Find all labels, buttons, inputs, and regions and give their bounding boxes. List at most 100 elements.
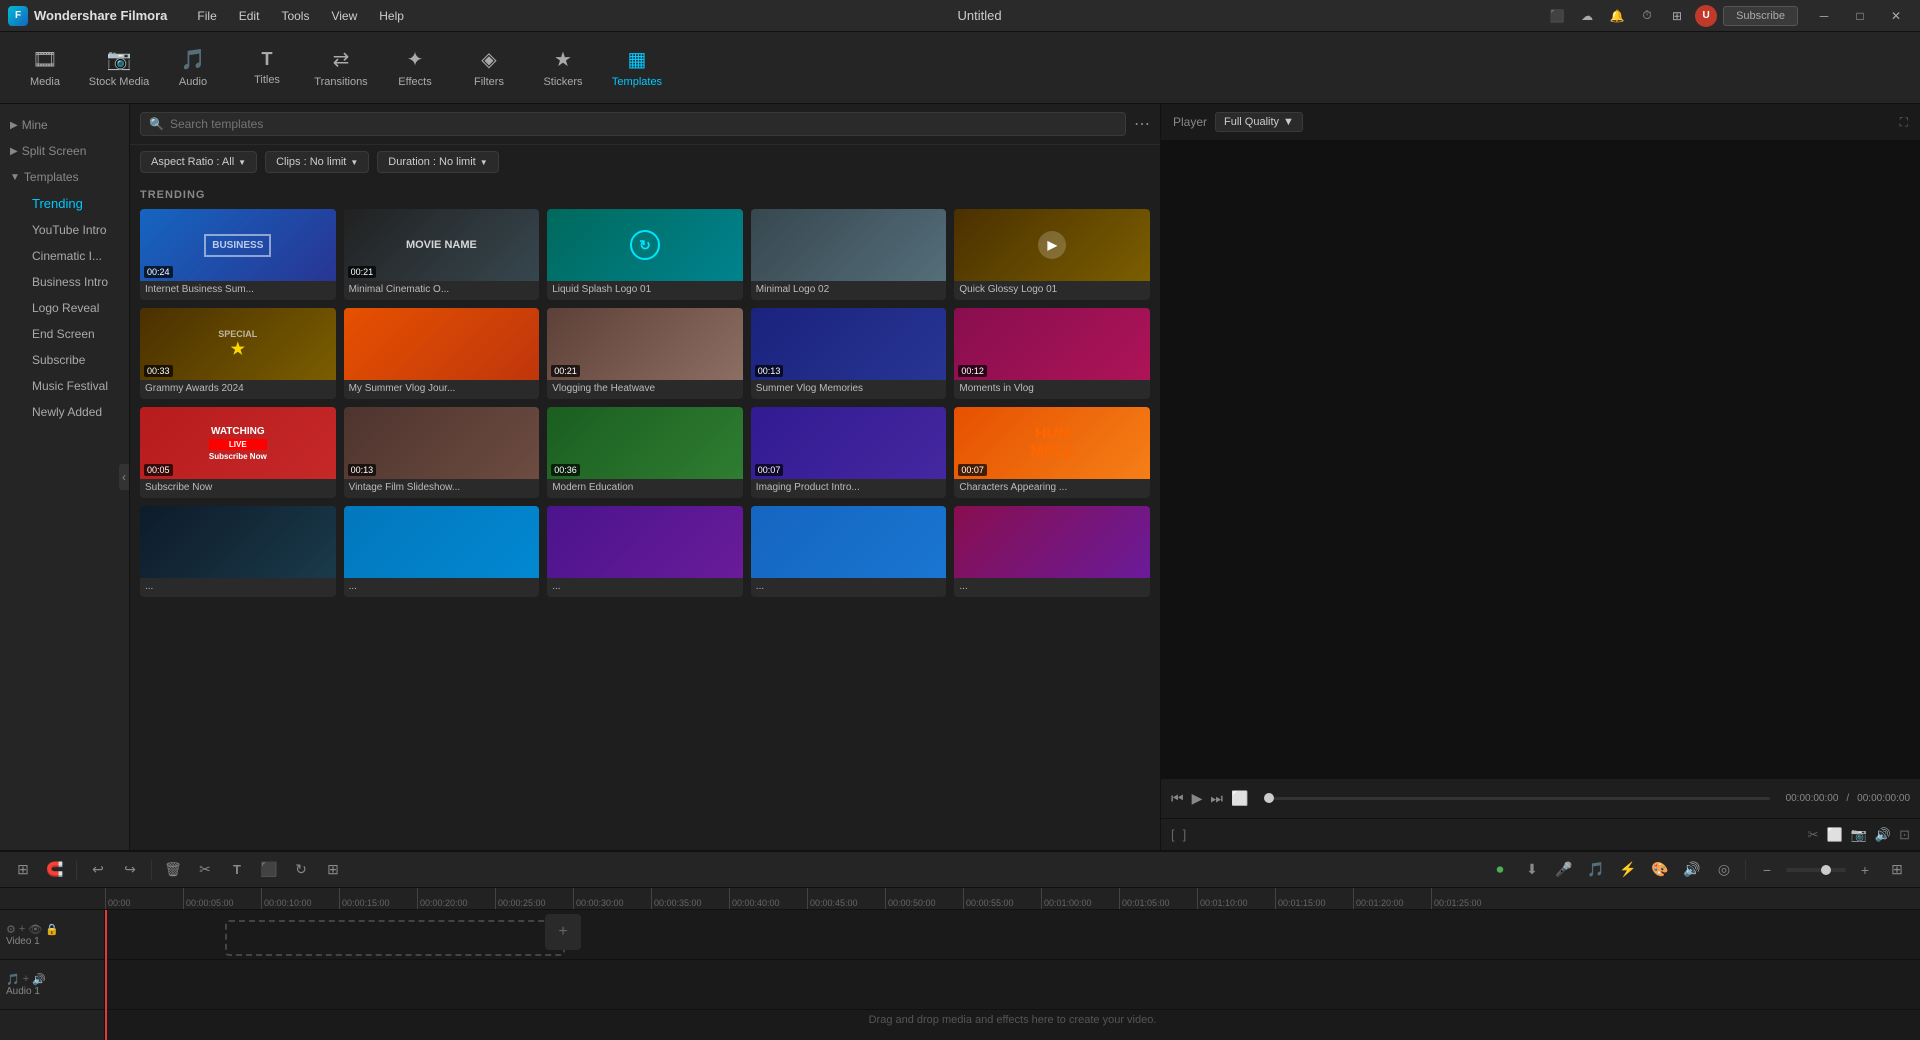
- menu-file[interactable]: File: [187, 5, 226, 27]
- tool-effects[interactable]: ✦ Effects: [380, 36, 450, 100]
- tl-mic[interactable]: 🎤: [1551, 857, 1577, 883]
- template-item-8[interactable]: 00:21Vlogging the Heatwave: [547, 308, 743, 399]
- volume-button[interactable]: 🔊: [1875, 827, 1891, 843]
- tool-filters[interactable]: ◈ Filters: [454, 36, 524, 100]
- tl-rotate[interactable]: ↻: [288, 857, 314, 883]
- tl-zoom-fit[interactable]: ⊞: [1884, 857, 1910, 883]
- tl-zoom-in[interactable]: +: [1852, 857, 1878, 883]
- tl-undo[interactable]: ↩: [85, 857, 111, 883]
- fast-forward-button[interactable]: ⏭: [1210, 790, 1223, 807]
- template-item-7[interactable]: My Summer Vlog Jour...: [344, 308, 540, 399]
- icon-grid[interactable]: ⊞: [1665, 4, 1689, 28]
- tool-audio[interactable]: 🎵 Audio: [158, 36, 228, 100]
- template-item-3[interactable]: ↻Liquid Splash Logo 01: [547, 209, 743, 300]
- maximize-button[interactable]: □: [1844, 6, 1876, 26]
- template-item-1[interactable]: 00:24BUSINESSInternet Business Sum...: [140, 209, 336, 300]
- template-item-19[interactable]: ...: [751, 506, 947, 597]
- icon-monitor[interactable]: ⬛: [1545, 4, 1569, 28]
- tl-crop[interactable]: ⬛: [256, 857, 282, 883]
- menu-view[interactable]: View: [321, 5, 367, 27]
- tl-speed[interactable]: ⚡: [1615, 857, 1641, 883]
- sidebar-item-youtube[interactable]: YouTube Intro: [20, 217, 129, 243]
- tool-stickers[interactable]: ★ Stickers: [528, 36, 598, 100]
- audio-track-music[interactable]: 🎵: [6, 973, 20, 986]
- aspect-ratio-filter[interactable]: Aspect Ratio : All ▼: [140, 151, 257, 173]
- player-timeline[interactable]: [1264, 797, 1769, 800]
- fullscreen-button[interactable]: ⛶: [1900, 115, 1908, 130]
- tl-music[interactable]: 🎵: [1583, 857, 1609, 883]
- video-track-eye[interactable]: 👁: [28, 923, 42, 936]
- tl-split[interactable]: ⊞: [320, 857, 346, 883]
- quality-select[interactable]: Full Quality ▼: [1215, 112, 1303, 132]
- tl-magnet[interactable]: 🧲: [42, 857, 68, 883]
- template-item-13[interactable]: 00:36Modern Education: [547, 407, 743, 498]
- menu-help[interactable]: Help: [369, 5, 414, 27]
- minimize-button[interactable]: ─: [1808, 6, 1840, 26]
- tool-transitions[interactable]: ⇄ Transitions: [306, 36, 376, 100]
- tool-templates[interactable]: ▦ Templates: [602, 36, 672, 100]
- sidebar-splitscreen[interactable]: ▶ Split Screen: [0, 138, 129, 164]
- aspect-button[interactable]: ⊡: [1899, 827, 1910, 843]
- subscribe-button[interactable]: Subscribe: [1723, 6, 1798, 26]
- zoom-slider[interactable]: [1786, 868, 1846, 872]
- tool-media[interactable]: 🎞 Media: [10, 36, 80, 100]
- template-item-11[interactable]: 00:05WATCHINGLIVESubscribe NowSubscribe …: [140, 407, 336, 498]
- template-item-15[interactable]: 00:07HUNMELLCharacters Appearing ...: [954, 407, 1150, 498]
- tool-titles[interactable]: T Titles: [232, 36, 302, 100]
- tl-import[interactable]: ⬇: [1519, 857, 1545, 883]
- close-button[interactable]: ✕: [1880, 6, 1912, 26]
- template-item-10[interactable]: 00:12Moments in Vlog: [954, 308, 1150, 399]
- template-item-20[interactable]: ...: [954, 506, 1150, 597]
- rewind-button[interactable]: ⏮: [1171, 790, 1184, 807]
- sidebar-collapse-button[interactable]: ‹: [119, 464, 129, 490]
- tl-text[interactable]: T: [224, 857, 250, 883]
- more-options-button[interactable]: ⋯: [1134, 114, 1150, 134]
- tl-zoom-out[interactable]: −: [1754, 857, 1780, 883]
- template-item-12[interactable]: 00:13Vintage Film Slideshow...: [344, 407, 540, 498]
- sidebar-item-newlyadded[interactable]: Newly Added: [20, 399, 129, 425]
- sidebar-item-logo[interactable]: Logo Reveal: [20, 295, 129, 321]
- sidebar-item-business[interactable]: Business Intro: [20, 269, 129, 295]
- user-avatar[interactable]: U: [1695, 5, 1717, 27]
- tl-delete[interactable]: 🗑: [160, 857, 186, 883]
- audio-track-add[interactable]: +: [23, 973, 29, 986]
- video-track-lock[interactable]: 🔒: [45, 923, 59, 936]
- tl-cut[interactable]: ✂: [192, 857, 218, 883]
- template-item-2[interactable]: 00:21MOVIE NAMEMinimal Cinematic O...: [344, 209, 540, 300]
- sidebar-templates-category[interactable]: ▼ Templates: [0, 164, 129, 190]
- template-item-5[interactable]: ▶Quick Glossy Logo 01: [954, 209, 1150, 300]
- icon-cloud-save[interactable]: ☁: [1575, 4, 1599, 28]
- sidebar-item-endscreen[interactable]: End Screen: [20, 321, 129, 347]
- template-item-16[interactable]: ...: [140, 506, 336, 597]
- snapshot-button[interactable]: 📷: [1851, 827, 1867, 843]
- drop-zone[interactable]: +: [225, 920, 565, 956]
- sidebar-mine[interactable]: ▶ Mine: [0, 112, 129, 138]
- template-item-6[interactable]: 00:33SPECIAL★Grammy Awards 2024: [140, 308, 336, 399]
- tl-add-track[interactable]: ⊞: [10, 857, 36, 883]
- sidebar-item-cinematic[interactable]: Cinematic I...: [20, 243, 129, 269]
- video-track-add[interactable]: +: [19, 923, 25, 936]
- template-item-14[interactable]: 00:07Imaging Product Intro...: [751, 407, 947, 498]
- out-point-button[interactable]: ]: [1183, 827, 1187, 842]
- tool-stock-media[interactable]: 📷 Stock Media: [84, 36, 154, 100]
- audio-track-mute[interactable]: 🔊: [32, 973, 46, 986]
- tl-record[interactable]: ⏺: [1487, 857, 1513, 883]
- sidebar-item-music[interactable]: Music Festival: [20, 373, 129, 399]
- video-track-settings[interactable]: ⚙: [6, 923, 16, 936]
- play-button[interactable]: ▶: [1192, 790, 1203, 807]
- sidebar-item-subscribe[interactable]: Subscribe: [20, 347, 129, 373]
- stop-button[interactable]: ⬜: [1231, 790, 1248, 807]
- template-item-18[interactable]: ...: [547, 506, 743, 597]
- crop-button[interactable]: ⬜: [1827, 827, 1843, 843]
- sidebar-item-trending[interactable]: Trending: [20, 190, 129, 217]
- tl-audio-eq[interactable]: 🔊: [1679, 857, 1705, 883]
- tl-ai[interactable]: ◎: [1711, 857, 1737, 883]
- tl-color[interactable]: 🎨: [1647, 857, 1673, 883]
- menu-edit[interactable]: Edit: [229, 5, 270, 27]
- search-input[interactable]: [170, 117, 1117, 131]
- menu-tools[interactable]: Tools: [271, 5, 319, 27]
- icon-bell[interactable]: 🔔: [1605, 4, 1629, 28]
- tl-redo[interactable]: ↪: [117, 857, 143, 883]
- template-item-9[interactable]: 00:13Summer Vlog Memories: [751, 308, 947, 399]
- add-media-icon[interactable]: +: [545, 914, 581, 950]
